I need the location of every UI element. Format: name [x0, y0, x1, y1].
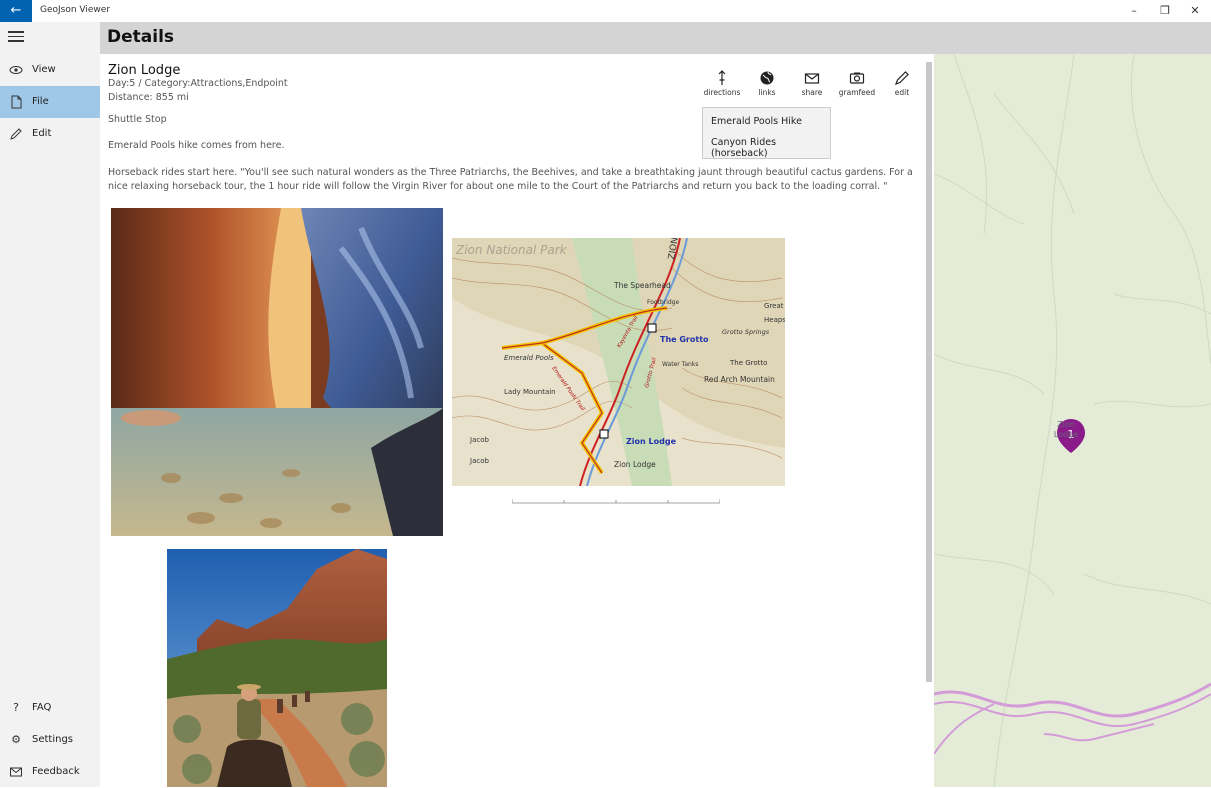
- svg-text:Zion Lodge: Zion Lodge: [626, 437, 677, 446]
- description-paragraph: Horseback rides start here. "You'll see …: [108, 167, 913, 192]
- app-title: GeoJson Viewer: [40, 5, 111, 15]
- gear-icon: ⚙: [11, 733, 21, 746]
- nav-item-faq[interactable]: ? FAQ: [0, 692, 100, 724]
- question-icon: ?: [13, 701, 19, 714]
- svg-text:Lady Mountain: Lady Mountain: [504, 388, 556, 396]
- page-title: Details: [107, 27, 175, 47]
- title-bar: ← GeoJson Viewer – ❐ ✕: [0, 0, 1211, 22]
- svg-text:Footbridge: Footbridge: [647, 299, 679, 306]
- hamburger-menu-icon[interactable]: [8, 31, 24, 45]
- file-icon: [9, 95, 23, 109]
- narrows-photo: [111, 208, 443, 536]
- pencil-icon: [880, 70, 924, 87]
- globe-icon: [745, 70, 789, 87]
- svg-text:Red Arch Mountain: Red Arch Mountain: [704, 375, 775, 384]
- svg-text:Emerald Pools: Emerald Pools: [504, 354, 554, 362]
- nav-item-feedback[interactable]: Feedback: [0, 756, 100, 788]
- nav-item-edit[interactable]: Edit: [0, 118, 100, 150]
- nav-item-label: Settings: [32, 734, 74, 745]
- nav-item-label: FAQ: [32, 702, 52, 713]
- page-header: Details: [100, 22, 1211, 54]
- nav-item-label: Feedback: [32, 766, 80, 777]
- horseback-photo: [167, 549, 387, 787]
- links-menu: Emerald Pools Hike Canyon Rides (horseba…: [702, 107, 831, 159]
- menu-item-canyon-rides[interactable]: Canyon Rides (horseback): [711, 137, 830, 159]
- svg-text:Jacob: Jacob: [469, 436, 489, 444]
- feature-name: Zion Lodge: [108, 63, 181, 78]
- restore-button[interactable]: ❐: [1149, 0, 1181, 22]
- pencil-icon: [9, 127, 23, 141]
- gramfeed-button[interactable]: gramfeed: [835, 70, 879, 97]
- feature-day-category: Day:5 / Category:Attractions,Endpoint: [108, 78, 288, 89]
- svg-text:The Grotto: The Grotto: [729, 359, 767, 367]
- nav-item-label: File: [32, 96, 49, 107]
- camera-icon: [835, 70, 879, 87]
- close-button[interactable]: ✕: [1179, 0, 1211, 22]
- back-arrow-icon: ←: [10, 3, 22, 18]
- mail-icon: [790, 70, 834, 87]
- topo-title: Zion National Park: [455, 243, 568, 257]
- svg-text:Grotto Springs: Grotto Springs: [722, 328, 770, 336]
- nav-item-label: View: [32, 64, 56, 75]
- svg-text:Jacob: Jacob: [469, 457, 489, 465]
- nav-item-file[interactable]: File: [0, 86, 100, 118]
- topo-map-image: Zion National Park ZION The Spearhead Fo…: [452, 238, 785, 486]
- share-button[interactable]: share: [790, 70, 834, 97]
- svg-text:Heaps: Heaps: [764, 316, 785, 324]
- edit-button[interactable]: edit: [880, 70, 924, 97]
- back-button[interactable]: ←: [0, 0, 32, 22]
- nav-item-label: Edit: [32, 128, 52, 139]
- svg-text:The Grotto: The Grotto: [660, 335, 709, 344]
- eye-icon: [9, 63, 23, 77]
- svg-text:The Spearhead: The Spearhead: [613, 281, 671, 290]
- minimize-button[interactable]: –: [1118, 0, 1150, 22]
- feature-distance: Distance: 855 mi: [108, 92, 189, 103]
- svg-text:Zion Lodge: Zion Lodge: [614, 460, 656, 469]
- nav-item-view[interactable]: View: [0, 54, 100, 86]
- map-pin-label: Zion Lodge: [1053, 420, 1079, 439]
- detail-scrollbar[interactable]: [926, 62, 932, 682]
- directions-icon: [700, 70, 744, 87]
- directions-button[interactable]: directions: [700, 70, 744, 97]
- mail-icon: [9, 765, 23, 779]
- menu-item-emerald-pools-hike[interactable]: Emerald Pools Hike: [711, 116, 802, 127]
- detail-pane: Zion Lodge Day:5 / Category:Attractions,…: [100, 54, 934, 787]
- nav-item-settings[interactable]: ⚙ Settings: [0, 724, 100, 756]
- map-scale-bar: [511, 491, 721, 504]
- svg-text:Water Tanks: Water Tanks: [662, 361, 698, 368]
- links-button[interactable]: links: [745, 70, 789, 97]
- svg-text:Great: Great: [764, 302, 784, 310]
- nav-pane: View File Edit ? FAQ ⚙ Settings Feedback: [0, 22, 100, 787]
